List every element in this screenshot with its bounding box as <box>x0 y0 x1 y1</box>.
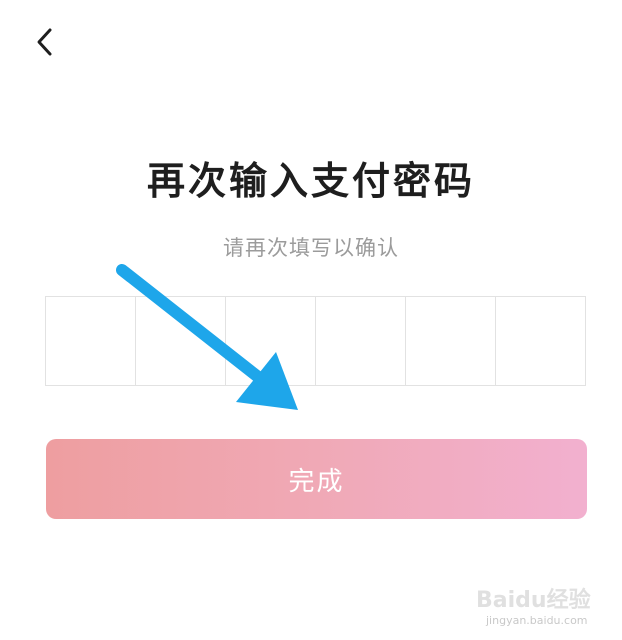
pin-cell-2[interactable] <box>136 297 226 385</box>
pin-cell-4[interactable] <box>316 297 406 385</box>
pin-cell-3[interactable] <box>226 297 316 385</box>
pin-cell-6[interactable] <box>496 297 585 385</box>
baidu-watermark-logo: Baidu经验 <box>476 578 616 618</box>
page-title: 再次输入支付密码 <box>146 159 475 203</box>
chevron-left-icon <box>37 28 52 56</box>
watermark-url: jingyan.baidu.com <box>486 614 588 627</box>
done-button[interactable]: 完成 <box>46 439 587 519</box>
pin-cell-5[interactable] <box>406 297 496 385</box>
watermark-brand: Baidu经验 <box>476 588 591 613</box>
back-button[interactable] <box>26 22 66 62</box>
pin-cell-1[interactable] <box>46 297 136 385</box>
password-input[interactable] <box>45 296 586 386</box>
page-subtitle: 请再次填写以确认 <box>223 236 399 260</box>
